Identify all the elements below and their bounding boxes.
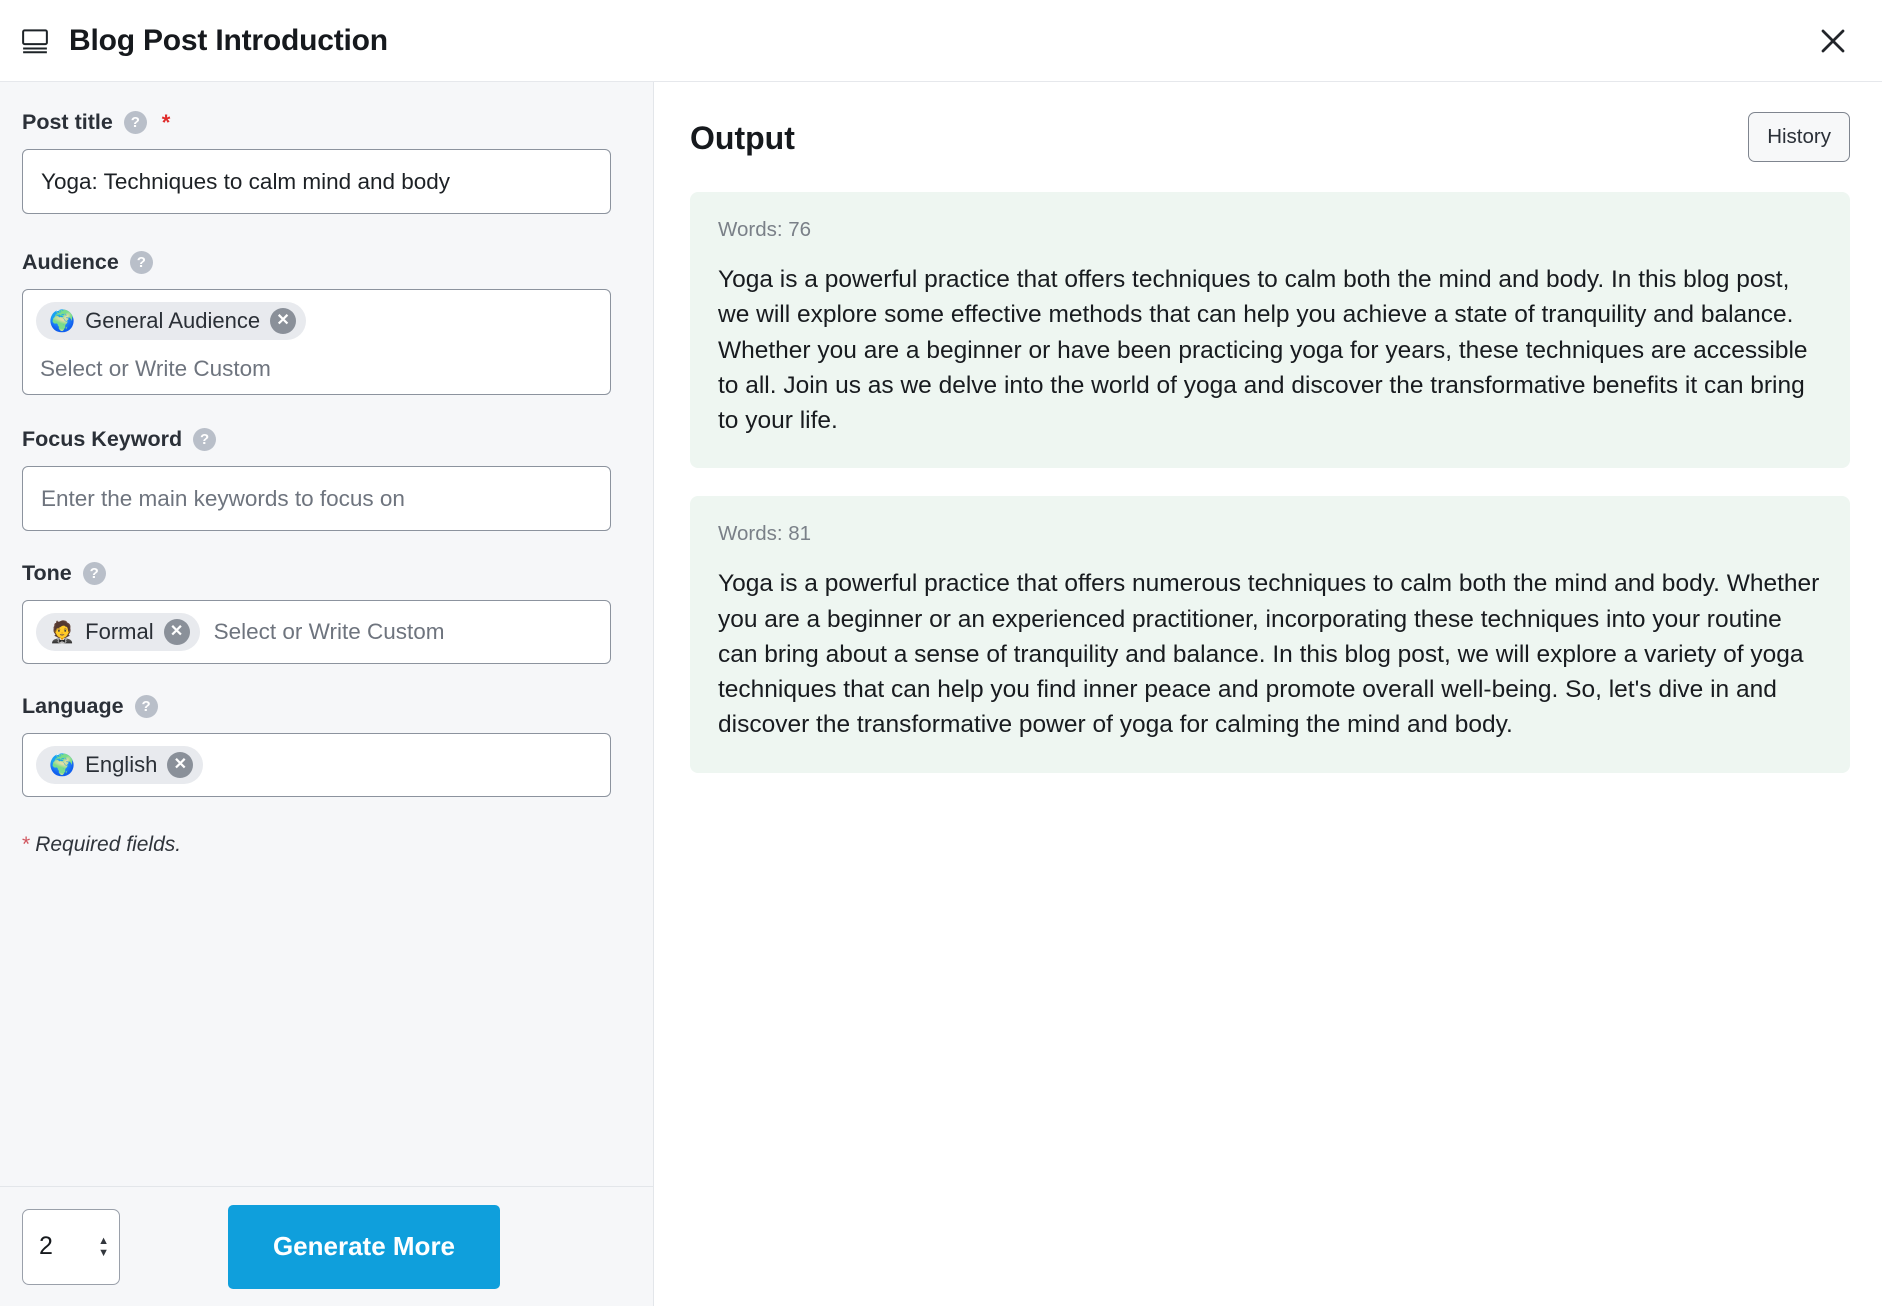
audience-placeholder[interactable]: Select or Write Custom: [36, 356, 271, 382]
remove-tag-icon[interactable]: ✕: [167, 752, 194, 778]
field-audience: Audience ? 🌍 General Audience ✕ Select o…: [22, 250, 612, 395]
tone-placeholder[interactable]: Select or Write Custom: [210, 619, 597, 645]
audience-label: Audience: [22, 250, 119, 274]
result-card[interactable]: Words: 76 Yoga is a powerful practice th…: [690, 192, 1850, 469]
tag-chip: 🤵 Formal ✕: [36, 613, 200, 651]
word-count-label: Words: 81: [718, 522, 812, 546]
tag-label: General Audience: [85, 308, 261, 333]
field-language: Language ? 🌍 English ✕: [22, 694, 612, 797]
close-icon[interactable]: [1810, 18, 1856, 64]
help-icon[interactable]: ?: [193, 428, 217, 451]
generate-more-button[interactable]: Generate More: [228, 1204, 500, 1289]
tag-label: Formal: [85, 619, 154, 644]
language-label: Language: [22, 694, 124, 718]
focus-keyword-label-row: Focus Keyword ?: [22, 427, 612, 452]
form-panel: Post title ? * Audience ? 🌍: [0, 82, 654, 1306]
post-document-icon: [18, 24, 52, 58]
field-tone: Tone ? 🤵 Formal ✕ Select or Write Custom: [22, 561, 612, 664]
required-asterisk: *: [161, 109, 171, 135]
focus-keyword-input[interactable]: [22, 466, 611, 531]
result-text: Yoga is a powerful practice that offers …: [718, 266, 1808, 435]
tag-label: English: [85, 752, 158, 777]
remove-tag-icon[interactable]: ✕: [163, 619, 190, 645]
audience-tag-input[interactable]: 🌍 General Audience ✕ Select or Write Cus…: [22, 289, 611, 395]
required-note-asterisk: *: [22, 833, 31, 856]
post-title-label: Post title: [22, 110, 113, 134]
remove-tag-icon[interactable]: ✕: [270, 308, 297, 334]
required-note-text: Required fields.: [35, 833, 182, 856]
tone-label: Tone: [22, 561, 72, 585]
field-focus-keyword: Focus Keyword ?: [22, 427, 612, 531]
output-title: Output: [690, 120, 795, 156]
history-button[interactable]: History: [1748, 112, 1850, 162]
post-title-label-row: Post title ? *: [22, 110, 612, 135]
generation-count-value: 2: [39, 1232, 53, 1260]
form-scroll-area: Post title ? * Audience ? 🌍: [0, 82, 653, 1186]
required-fields-note: * Required fields.: [22, 833, 612, 857]
modal-titlebar: Blog Post Introduction: [0, 0, 1882, 82]
stepper-arrows[interactable]: ▲ ▼: [98, 1235, 109, 1258]
language-tag-input[interactable]: 🌍 English ✕: [22, 733, 611, 797]
generation-count-stepper[interactable]: 2 ▲ ▼: [22, 1208, 120, 1285]
tone-tag-input[interactable]: 🤵 Formal ✕ Select or Write Custom: [22, 600, 611, 664]
word-count-label: Words: 76: [718, 218, 812, 241]
person-in-tuxedo-icon: 🤵: [49, 620, 76, 644]
focus-keyword-label: Focus Keyword: [22, 427, 183, 451]
help-icon[interactable]: ?: [123, 111, 147, 134]
ai-content-generator-modal: Blog Post Introduction Post title ? * Yo…: [0, 0, 1882, 1306]
output-header: Output History: [690, 112, 1850, 162]
titlebar-left-group: Blog Post Introduction: [18, 24, 1810, 58]
globe-icon: 🌍: [49, 309, 76, 333]
tag-chip: 🌍 General Audience ✕: [36, 302, 307, 340]
help-icon[interactable]: ?: [129, 251, 153, 274]
result-card[interactable]: Words: 81 Yoga is a powerful practice th…: [690, 496, 1850, 773]
form-footer-bar: 2 ▲ ▼ Generate More: [0, 1186, 653, 1306]
result-text: Yoga is a powerful practice that offers …: [718, 570, 1820, 739]
post-title-input[interactable]: [22, 149, 611, 214]
field-post-title: Post title ? *: [22, 110, 612, 214]
help-icon[interactable]: ?: [82, 562, 106, 585]
modal-body: Post title ? * Audience ? 🌍: [0, 82, 1882, 1306]
output-panel: Output History Words: 76 Yoga is a power…: [654, 82, 1882, 1306]
stepper-up-icon[interactable]: ▲: [98, 1235, 109, 1246]
page-title: Blog Post Introduction: [69, 23, 388, 57]
tag-chip: 🌍 English ✕: [36, 746, 204, 784]
language-label-row: Language ?: [22, 694, 612, 719]
globe-icon: 🌍: [49, 753, 76, 777]
tone-label-row: Tone ?: [22, 561, 612, 586]
stepper-down-icon[interactable]: ▼: [98, 1247, 109, 1258]
help-icon[interactable]: ?: [134, 695, 158, 718]
audience-label-row: Audience ?: [22, 250, 612, 275]
